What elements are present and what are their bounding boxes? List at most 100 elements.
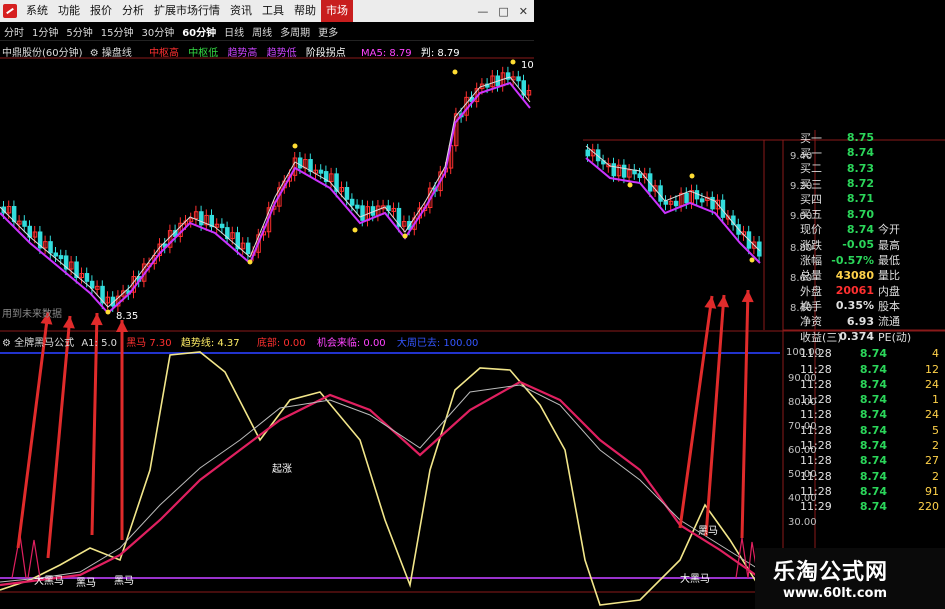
quote-value: 20061	[835, 284, 874, 298]
tick-row: 11:29 8.74 220	[800, 499, 945, 514]
tick-vol: 27	[925, 454, 939, 468]
tick-vol: 2	[932, 439, 939, 453]
quote-label: 外盘	[800, 284, 822, 298]
candle-body	[297, 157, 303, 169]
peak-value: 大周已去: 100.00	[396, 338, 479, 349]
tick-row: 11:28 8.74 1	[800, 392, 945, 407]
quote-label: 涨跌	[800, 238, 822, 252]
oscillator-red-line	[0, 380, 761, 587]
candle-body	[637, 173, 642, 179]
watermark-url: www.60lt.com	[783, 586, 888, 601]
quote-row: 买五 8.70	[800, 206, 945, 222]
quote-value: 0.35%	[835, 299, 874, 313]
dark-horse-value: 7.30	[149, 338, 172, 349]
turning-point-dot	[105, 309, 111, 315]
tick-price: 8.74	[859, 500, 887, 514]
tick-time: 11:28	[800, 377, 832, 391]
tick-vol: 5	[932, 423, 939, 437]
quote-value: -0.05	[842, 238, 874, 252]
tick-time: 11:28	[800, 393, 832, 407]
candle-body	[245, 242, 251, 255]
ma5-line	[0, 76, 761, 308]
annotation-big-dark-horse: 大黑马	[34, 576, 64, 587]
quote-row: 换手 0.35% 股本	[800, 298, 945, 313]
chance-value: 机会来临: 0.00	[316, 338, 386, 349]
turning-point-dot	[402, 233, 408, 239]
tick-row: 11:28 8.74 27	[800, 453, 945, 468]
tick-vol: 12	[925, 362, 939, 376]
gear-icon[interactable]: ⚙	[2, 338, 11, 349]
quote-label: 买四	[800, 192, 822, 206]
quote-row: 净资 6.93 流通	[800, 314, 945, 329]
quote-row: 买一 8.75	[800, 130, 945, 145]
tick-row: 11:28 8.74 2	[800, 469, 945, 484]
quote-value: 8.75	[846, 131, 874, 145]
turning-point-dot	[247, 259, 253, 265]
candle-body	[699, 198, 705, 203]
quote-row: 涨幅 -0.57% 最低	[800, 252, 945, 268]
tick-price: 8.74	[859, 408, 887, 422]
turning-point-dot	[689, 173, 695, 179]
sub-indicator-name[interactable]: 全牌黑马公式	[14, 338, 74, 349]
tick-price: 8.74	[859, 362, 887, 376]
candle-body	[663, 200, 668, 205]
annotation-big-dark-horse: 大黑马	[680, 574, 710, 585]
tick-price: 8.74	[859, 393, 887, 407]
candle-body	[684, 192, 689, 204]
site-watermark: 乐淘公式网 www.60lt.com	[755, 548, 945, 609]
tick-time: 11:28	[800, 469, 832, 483]
quote-value: -0.57%	[831, 253, 874, 267]
tick-time: 11:28	[800, 484, 832, 498]
quote-row: 现价 8.74 今开	[800, 222, 945, 237]
quote-value: 6.93	[846, 314, 874, 328]
candle-body	[621, 164, 627, 178]
quote-extra-label: 量比	[878, 269, 900, 283]
turning-point-dot	[292, 143, 298, 149]
tick-time: 11:28	[800, 347, 832, 361]
tick-vol: 2	[932, 469, 939, 483]
candle-body	[349, 198, 355, 206]
tick-row: 11:28 8.74 2	[800, 438, 945, 453]
quote-value: 0.374	[839, 330, 874, 343]
quote-label: 买五	[800, 208, 822, 222]
quote-value: 8.73	[846, 161, 874, 175]
trend-line-value: 趋势线: 4.37	[180, 338, 240, 349]
quote-label: 买一	[800, 131, 822, 145]
turning-point-dot	[452, 69, 458, 75]
quote-extra-label: 最低	[878, 254, 900, 268]
quote-row: 涨跌 -0.05 最高	[800, 237, 945, 252]
quote-row: 外盘 20061 内盘	[800, 283, 945, 298]
tick-row: 11:28 8.74 24	[800, 377, 945, 392]
tick-row: 11:28 8.74 24	[800, 407, 945, 422]
tick-price: 8.74	[859, 439, 887, 453]
tick-price: 8.74	[859, 484, 887, 498]
candle-body	[22, 220, 27, 227]
tick-vol: 91	[925, 484, 939, 498]
turning-point-dot	[510, 59, 516, 65]
candle-body	[219, 223, 225, 229]
tick-row: 11:28 8.74 12	[800, 361, 945, 376]
candle-body	[673, 200, 679, 207]
quote-extra-label: 最高	[878, 238, 900, 252]
tick-time: 11:28	[800, 454, 832, 468]
candle-body	[58, 255, 64, 260]
candlesticks	[1, 66, 762, 312]
tick-time: 11:28	[800, 408, 832, 422]
quote-row: 买四 8.71	[800, 191, 945, 206]
tick-price: 8.74	[859, 423, 887, 437]
quote-extra-label: 今开	[878, 223, 900, 237]
candle-body	[84, 273, 90, 282]
quote-row: 买一 8.74	[800, 145, 945, 160]
tick-price: 8.74	[859, 469, 887, 483]
quote-row: 总量 43080 量比	[800, 268, 945, 283]
tick-row: 11:28 8.74 91	[800, 484, 945, 499]
annotation-dark-horse: 黑马	[76, 578, 96, 589]
dark-horse-label: 黑马	[126, 338, 147, 349]
candle-body	[344, 187, 350, 200]
candle-body	[48, 241, 53, 254]
quote-extra-label: 股本	[878, 299, 900, 313]
tick-row: 11:28 8.74 4	[800, 346, 945, 361]
candle-body	[199, 211, 204, 226]
candle-body	[360, 205, 365, 221]
tick-time: 11:28	[800, 362, 832, 376]
